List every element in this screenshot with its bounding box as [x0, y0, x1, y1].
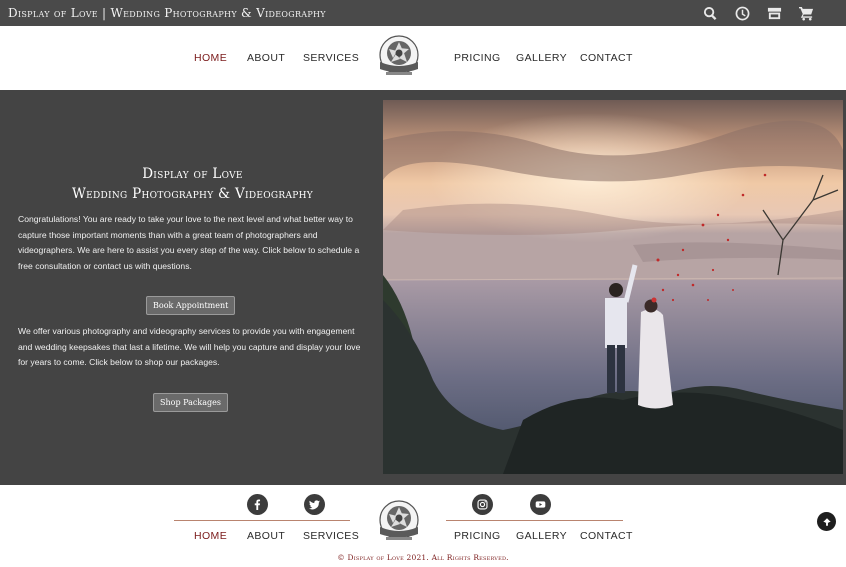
nav-item-contact[interactable]: CONTACT — [580, 52, 633, 64]
main-nav: HOME ABOUT SERVICES PRICING GALLERY CONT… — [0, 26, 846, 90]
search-icon[interactable] — [694, 2, 726, 24]
twitter-icon[interactable] — [304, 494, 325, 515]
hero-paragraph-services: We offer various photography and videogr… — [18, 326, 361, 367]
facebook-icon[interactable] — [247, 494, 268, 515]
instagram-icon[interactable] — [472, 494, 493, 515]
nav-item-about[interactable]: ABOUT — [247, 52, 285, 64]
footer-nav-pricing[interactable]: PRICING — [454, 530, 501, 542]
nav-item-gallery[interactable]: GALLERY — [516, 52, 567, 64]
footer-nav-contact[interactable]: CONTACT — [580, 530, 633, 542]
footer-nav-home[interactable]: HOME — [194, 530, 227, 542]
footer-nav-services[interactable]: SERVICES — [303, 530, 359, 542]
youtube-icon[interactable] — [530, 494, 551, 515]
copyright-text: © Display of Love 2021. All Rights Reser… — [337, 553, 509, 562]
store-icon[interactable] — [758, 2, 790, 24]
hero-title: Display of Love Wedding Photography & Vi… — [0, 164, 385, 204]
footer-divider-left — [174, 520, 350, 521]
hero-text-panel: Display of Love Wedding Photography & Vi… — [0, 90, 380, 485]
nav-item-home[interactable]: HOME — [194, 52, 227, 64]
logo-icon[interactable] — [375, 34, 423, 82]
top-icons — [694, 2, 822, 24]
footer: HOME ABOUT SERVICES PRICING GALLERY CONT… — [0, 485, 846, 567]
cart-icon[interactable] — [790, 2, 822, 24]
shop-packages-button[interactable]: Shop Packages — [153, 393, 228, 412]
hero-title-line2: Wedding Photography & Videography — [71, 186, 314, 202]
nav-item-pricing[interactable]: PRICING — [454, 52, 501, 64]
couple-on-cliff-at-sunset-photo — [383, 100, 843, 474]
footer-divider-right — [446, 520, 623, 521]
book-appointment-button[interactable]: Book Appointment — [146, 296, 236, 315]
footer-logo-icon[interactable] — [375, 499, 423, 547]
nav-item-services[interactable]: SERVICES — [303, 52, 359, 64]
hero-section: Display of Love Wedding Photography & Vi… — [0, 90, 846, 485]
arrow-up-circle-icon[interactable] — [817, 512, 836, 531]
hero-title-line1: Display of Love — [142, 166, 243, 182]
footer-nav-about[interactable]: ABOUT — [247, 530, 285, 542]
top-bar: Display of Love | Wedding Photography & … — [0, 0, 846, 26]
clock-icon[interactable] — [726, 2, 758, 24]
footer-nav-gallery[interactable]: GALLERY — [516, 530, 567, 542]
site-title: Display of Love | Wedding Photography & … — [8, 6, 326, 20]
hero-paragraph-intro: Congratulations! You are ready to take y… — [18, 214, 360, 271]
